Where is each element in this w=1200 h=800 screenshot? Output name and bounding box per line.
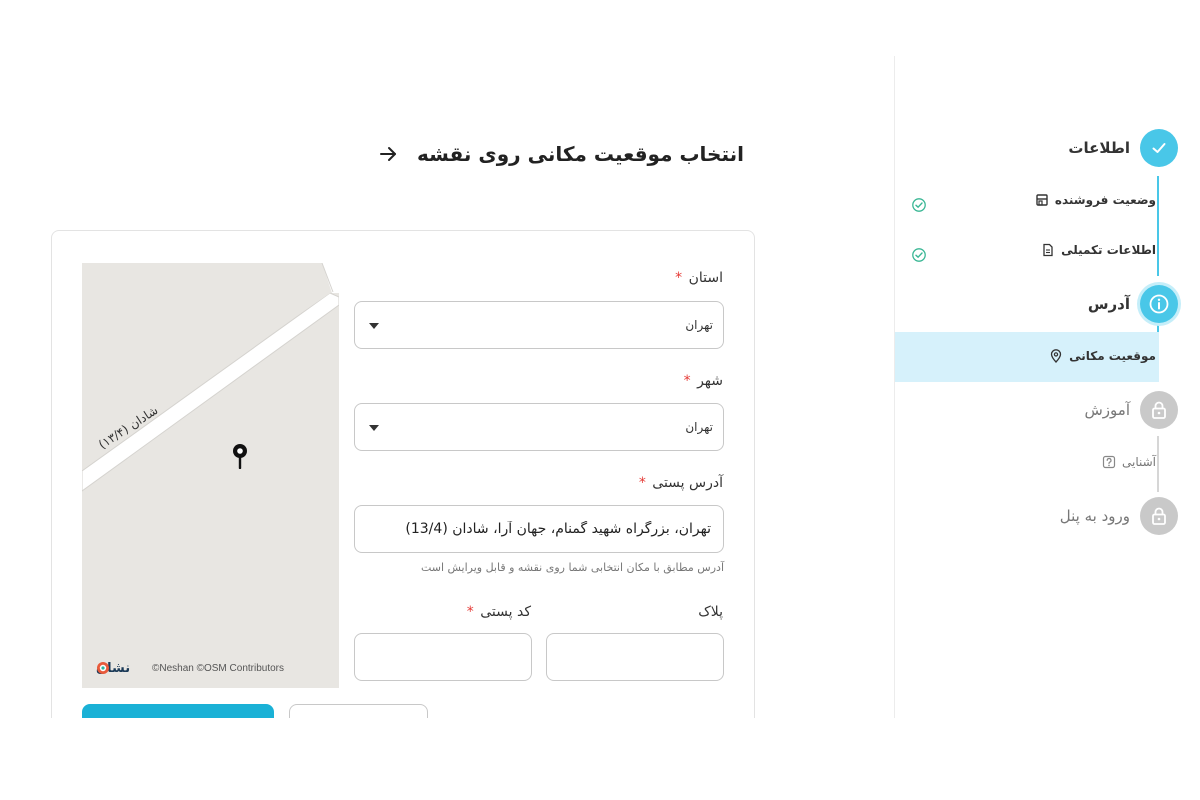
- plaque-label-text: پلاک: [698, 604, 723, 620]
- neshan-logo: نشان: [96, 661, 130, 676]
- province-label: استان *: [675, 270, 723, 286]
- step-locked-circle: [1140, 391, 1178, 429]
- required-mark: *: [638, 475, 646, 491]
- substep-familiarity[interactable]: آشنایی: [1102, 452, 1156, 472]
- map-marker-icon[interactable]: [232, 443, 248, 469]
- substep-label: اطلاعات تکمیلی: [1061, 243, 1156, 257]
- document-icon: [1043, 243, 1053, 257]
- postal-code-label: کد پستی *: [467, 604, 531, 620]
- step-active-circle: [1140, 285, 1178, 323]
- substep-extra-info[interactable]: اطلاعات تکمیلی: [1041, 240, 1156, 260]
- step-locked-circle: [1140, 497, 1178, 535]
- step-label: ورود به پنل: [1059, 507, 1130, 525]
- postal-code-input[interactable]: [354, 633, 532, 681]
- map-view[interactable]: نشان ©Neshan ©OSM Contributors: [82, 263, 339, 688]
- info-icon: [1149, 294, 1169, 314]
- step-info[interactable]: اطلاعات: [1068, 128, 1178, 168]
- substep-location[interactable]: موقعیت مکانی: [1049, 346, 1156, 366]
- neshan-logo-icon: [97, 662, 109, 674]
- step-label: آدرس: [1087, 295, 1130, 313]
- postal-address-input[interactable]: [354, 505, 724, 553]
- plaque-label: پلاک: [698, 604, 723, 620]
- check-circle-icon: [912, 198, 926, 212]
- viewport-bottom-mask: [0, 718, 1200, 800]
- city-select[interactable]: تهران: [354, 403, 724, 451]
- check-circle-icon: [912, 248, 926, 262]
- stepper-sidebar: اطلاعات وضعیت فروشنده اطلاعات تکمیلی آدر…: [894, 56, 1200, 720]
- required-mark: *: [683, 373, 691, 389]
- lock-icon: [1152, 401, 1166, 419]
- map-attribution[interactable]: ©Neshan ©OSM Contributors: [152, 663, 284, 674]
- map-pin-icon: [1050, 349, 1062, 363]
- province-label-text: استان: [688, 270, 723, 286]
- step-panel-login[interactable]: ورود به پنل: [1060, 496, 1178, 536]
- map-street-layer: [82, 263, 339, 492]
- substep-label: موقعیت مکانی: [1069, 349, 1156, 363]
- substep-seller-status[interactable]: وضعیت فروشنده: [1035, 190, 1156, 210]
- substep-label: وضعیت فروشنده: [1054, 193, 1156, 207]
- arrow-right-icon[interactable]: [377, 143, 399, 165]
- city-label-text: شهر: [697, 373, 723, 389]
- page-header: انتخاب موقعیت مکانی روی نقشه: [377, 142, 744, 166]
- lock-icon: [1152, 507, 1166, 525]
- step-label: آموزش: [1084, 401, 1130, 419]
- page-title: انتخاب موقعیت مکانی روی نقشه: [417, 142, 744, 166]
- caret-down-icon: [369, 323, 379, 329]
- required-mark: *: [466, 604, 474, 620]
- substep-label: آشنایی: [1121, 455, 1156, 469]
- stepper-connector: [1157, 176, 1159, 276]
- city-select-value: تهران: [685, 420, 713, 434]
- postal-address-label-text: آدرس پستی: [652, 475, 723, 491]
- question-icon: [1102, 455, 1116, 469]
- postal-address-helper: آدرس مطابق با مکان انتخابی شما روی نقشه …: [420, 561, 724, 574]
- postal-code-label-text: کد پستی: [480, 604, 531, 620]
- step-address[interactable]: آدرس: [1088, 284, 1178, 324]
- step-label: اطلاعات: [1068, 139, 1130, 157]
- province-select-value: تهران: [685, 318, 713, 332]
- step-done-circle: [1140, 129, 1178, 167]
- province-select[interactable]: تهران: [354, 301, 724, 349]
- postal-address-label: آدرس پستی *: [639, 475, 723, 491]
- city-label: شهر *: [684, 373, 723, 389]
- required-mark: *: [675, 270, 683, 286]
- stepper-connector: [1157, 436, 1159, 492]
- plaque-input[interactable]: [546, 633, 724, 681]
- caret-down-icon: [369, 425, 379, 431]
- step-training[interactable]: آموزش: [1084, 390, 1178, 430]
- check-icon: [1152, 143, 1166, 153]
- store-icon: [1036, 194, 1048, 206]
